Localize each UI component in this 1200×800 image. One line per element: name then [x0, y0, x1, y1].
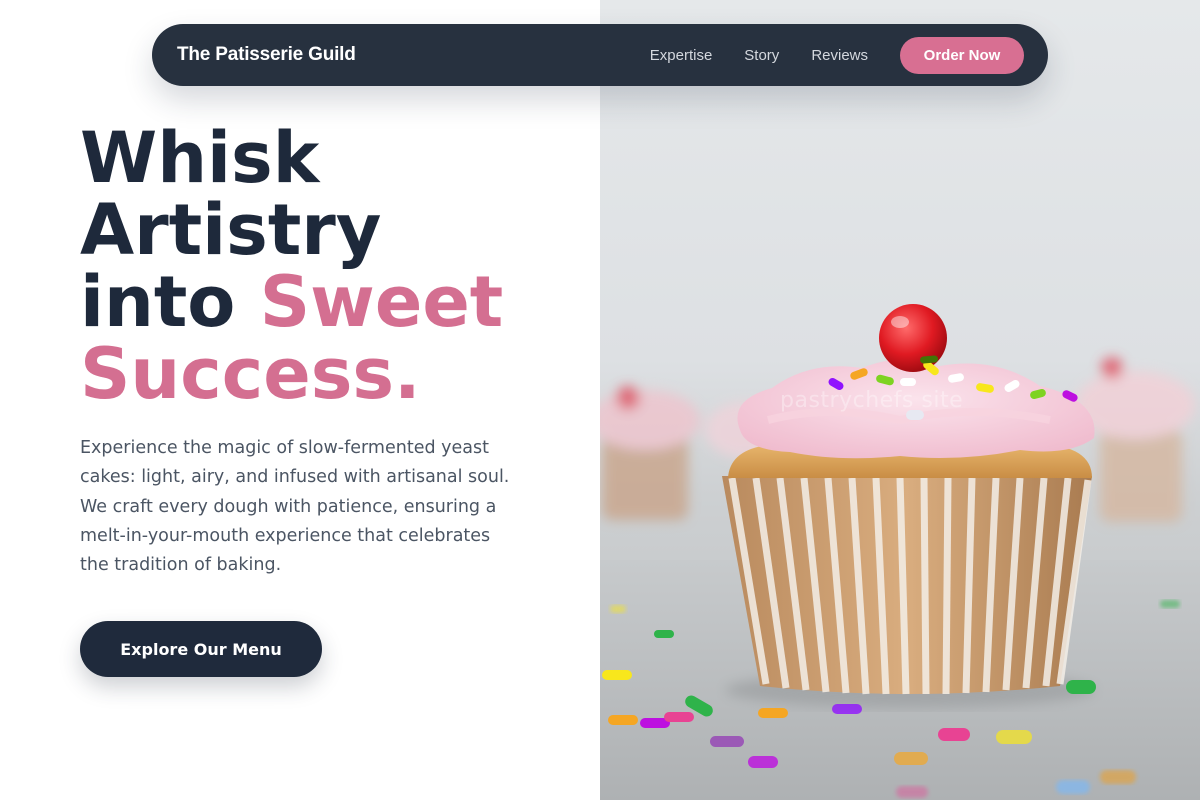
- hero-description: Experience the magic of slow-fermented y…: [80, 438, 510, 576]
- nav-link-reviews[interactable]: Reviews: [811, 47, 868, 64]
- top-navbar: The Patisserie Guild Expertise Story Rev…: [152, 24, 1048, 86]
- headline-accent-sweet: Sweet: [259, 261, 504, 343]
- brand-name[interactable]: The Patisserie Guild: [177, 44, 356, 66]
- headline-line-whisk: Whisk: [80, 117, 320, 199]
- hero-cupcake-photo: pastrychefs site: [600, 0, 1200, 800]
- landing-page: pastrychefs site The Patisserie Guild Ex…: [0, 0, 1200, 800]
- hero-headline: Whisk Artistry into Sweet Success.: [80, 122, 580, 410]
- nav-links: Expertise Story Reviews Order Now: [650, 36, 1024, 74]
- photo-watermark: pastrychefs site: [780, 388, 964, 413]
- nav-link-expertise[interactable]: Expertise: [650, 47, 713, 64]
- explore-menu-button[interactable]: Explore Our Menu: [80, 621, 322, 677]
- headline-accent-success: Success.: [80, 333, 421, 415]
- order-now-button[interactable]: Order Now: [900, 36, 1024, 74]
- headline-word-into: into: [80, 261, 236, 343]
- nav-link-story[interactable]: Story: [744, 47, 779, 64]
- headline-line-artistry: Artistry: [80, 189, 382, 271]
